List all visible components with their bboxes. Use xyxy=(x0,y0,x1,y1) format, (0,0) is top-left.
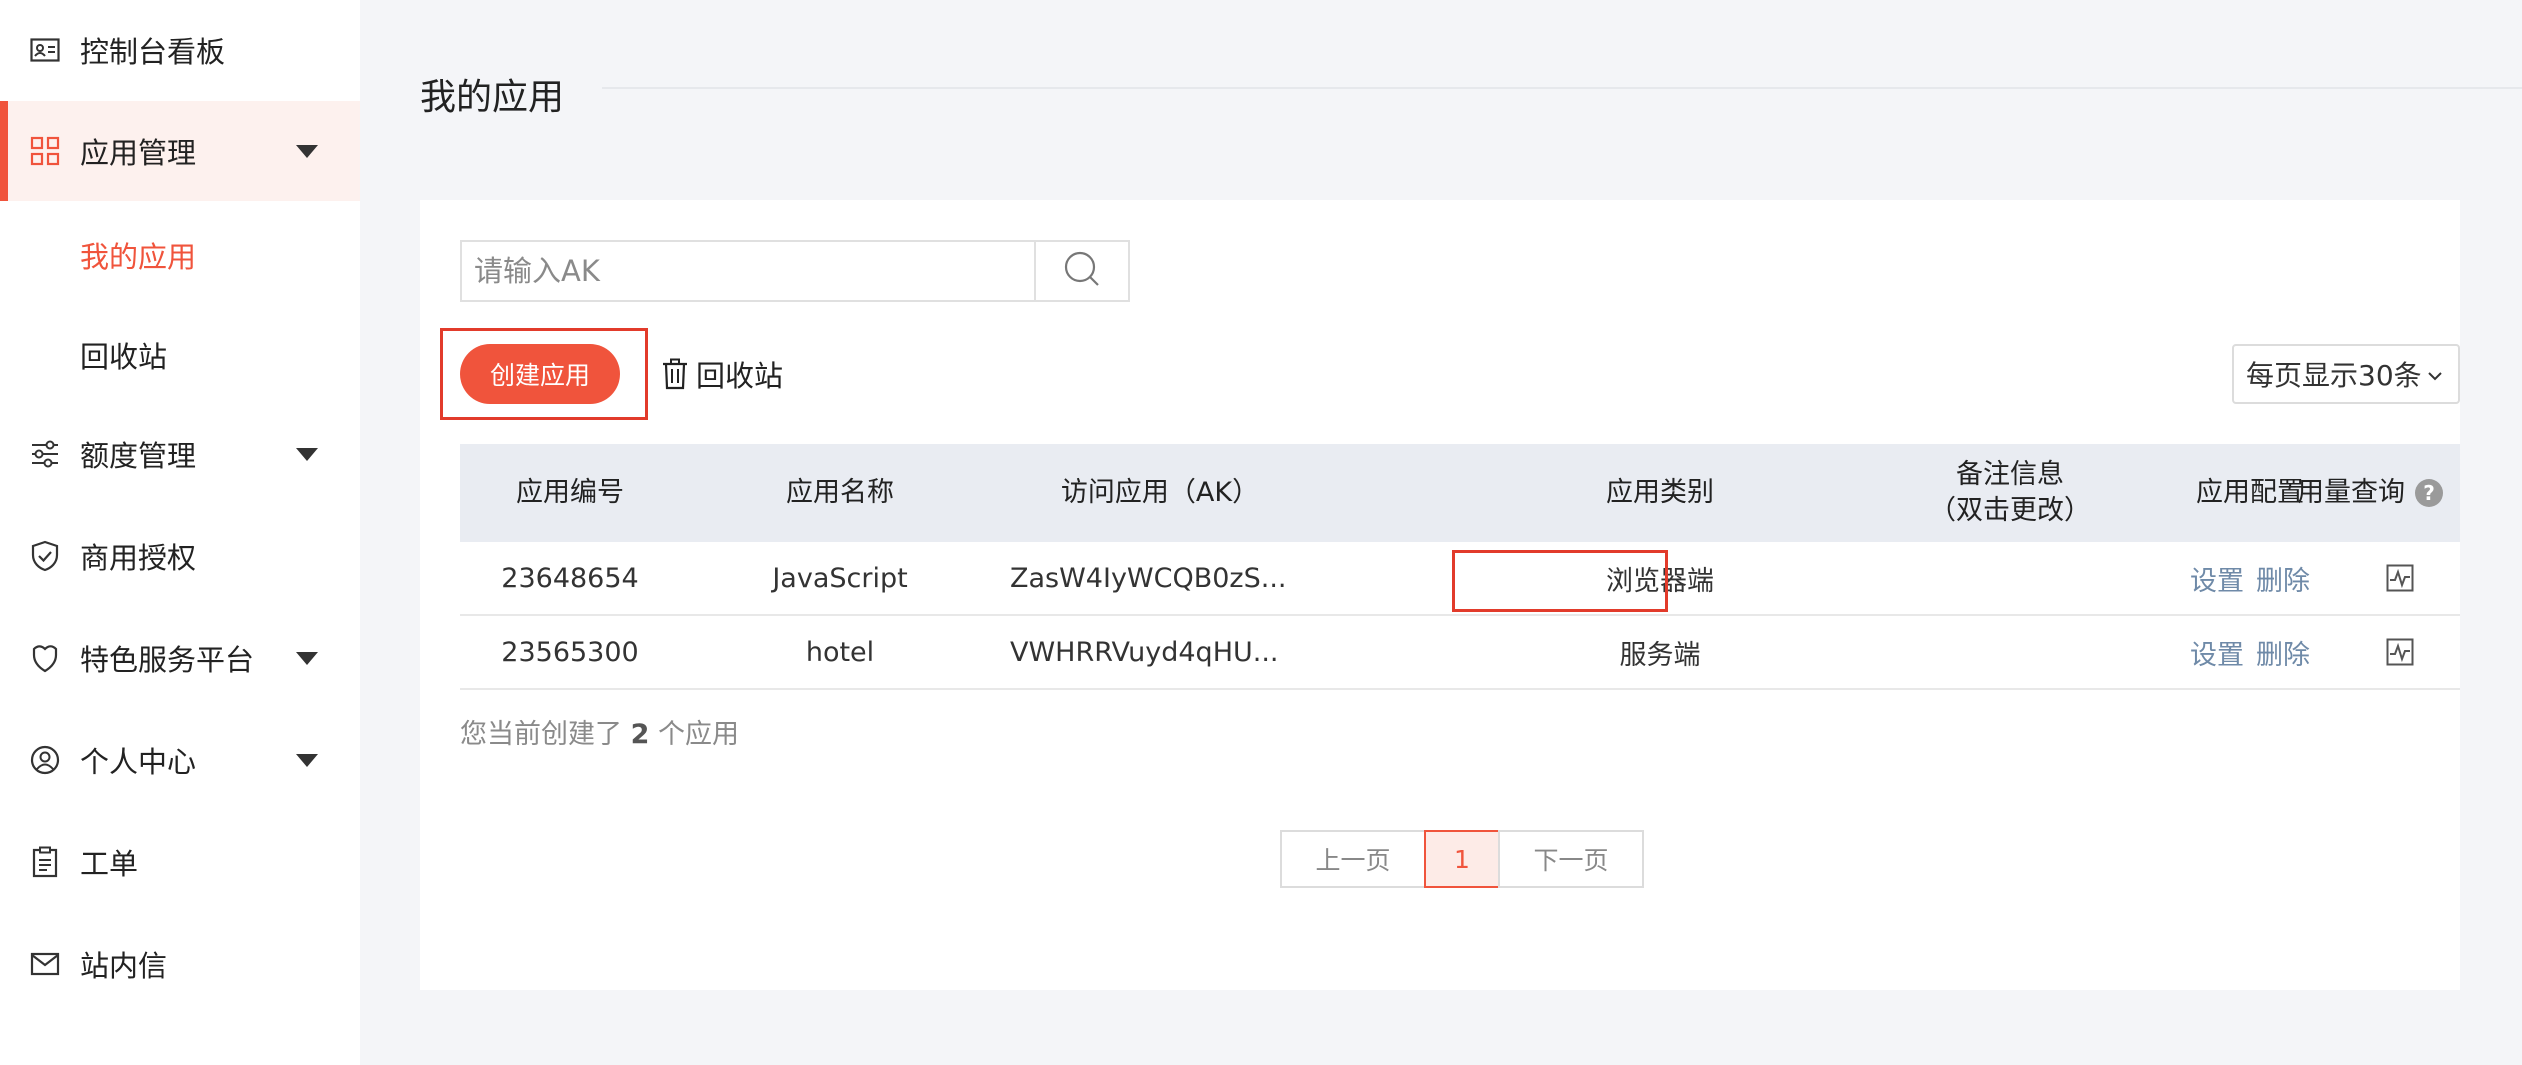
column-header-app-name: 应用名称 xyxy=(786,477,894,508)
app-id-cell: 23565300 xyxy=(501,636,639,668)
notes-cell[interactable] xyxy=(1840,542,2140,614)
prev-page-button[interactable]: 上一页 xyxy=(1280,830,1426,888)
recycle-bin-link[interactable]: 回收站 xyxy=(662,352,783,396)
app-name-cell: JavaScript xyxy=(772,562,908,594)
page-title: 我的应用 xyxy=(420,77,565,118)
sliders-icon xyxy=(28,437,62,471)
sidebar-item-featured-services[interactable]: 特色服务平台 xyxy=(0,608,360,708)
sidebar-item-label: 额度管理 xyxy=(80,439,197,473)
sidebar-item-label: 应用管理 xyxy=(80,136,197,170)
sidebar: 控制台看板 应用管理 我的应用 回收站 额度管理 商用授权 特色服务平台 个人中 xyxy=(0,0,360,1065)
pagination: 上一页 1 下一页 xyxy=(1280,830,1644,888)
caret-down-icon xyxy=(296,144,318,158)
column-header-access-key: 访问应用（AK） xyxy=(1060,477,1260,508)
user-circle-icon xyxy=(28,743,62,777)
app-id-cell: 23648654 xyxy=(501,562,639,594)
delete-link[interactable]: 删除 xyxy=(2256,559,2310,598)
access-key-cell: ZasW4IyWCQB0zS... xyxy=(1010,562,1287,594)
sidebar-item-app-management[interactable]: 应用管理 xyxy=(0,101,360,201)
chart-icon[interactable] xyxy=(2385,637,2415,667)
page-number-button[interactable]: 1 xyxy=(1424,830,1500,888)
notes-header-line1: 备注信息 xyxy=(1956,459,2064,490)
sidebar-item-personal-center[interactable]: 个人中心 xyxy=(0,710,360,810)
sidebar-item-tickets[interactable]: 工单 xyxy=(0,812,360,912)
settings-link[interactable]: 设置 xyxy=(2190,559,2244,598)
summary-prefix: 您当前创建了 xyxy=(460,719,622,750)
chevron-down-icon xyxy=(2426,362,2444,395)
summary-count: 2 xyxy=(630,719,650,750)
search-button[interactable] xyxy=(1034,242,1128,300)
title-divider xyxy=(602,87,2522,89)
caret-down-icon xyxy=(296,651,318,665)
usage-cell xyxy=(2340,616,2460,688)
summary-suffix: 个应用 xyxy=(657,719,739,750)
sidebar-subitem-recycle-bin[interactable]: 回收站 xyxy=(80,334,167,376)
grid-icon xyxy=(28,134,62,168)
app-type-cell: 服务端 xyxy=(1619,639,1701,671)
id-card-icon xyxy=(28,33,62,67)
sidebar-item-commercial-license[interactable]: 商用授权 xyxy=(0,506,360,606)
settings-link[interactable]: 设置 xyxy=(2190,633,2244,672)
page-size-value: 每页显示30条 xyxy=(2246,359,2422,392)
recycle-bin-label: 回收站 xyxy=(696,359,784,393)
column-header-app-type: 应用类别 xyxy=(1606,477,1714,508)
notes-header-line2: （双击更改） xyxy=(1929,495,2091,526)
search-input[interactable] xyxy=(462,242,1034,300)
trash-icon xyxy=(662,357,690,391)
caret-down-icon xyxy=(296,753,318,767)
app-config-cell: 设置 删除 xyxy=(2140,542,2360,614)
caret-down-icon xyxy=(296,447,318,461)
usage-header-label: 用量查询 xyxy=(2297,477,2405,508)
access-key-cell: VWHRRVuyd4qHU... xyxy=(1010,636,1279,668)
sidebar-item-quota[interactable]: 额度管理 xyxy=(0,404,360,504)
app-type-highlight xyxy=(1452,550,1668,612)
search-icon xyxy=(1062,249,1102,293)
sidebar-item-label: 工单 xyxy=(80,847,139,881)
table-header: 应用编号 应用名称 访问应用（AK） 应用类别 备注信息 （双击更改） 应用配置… xyxy=(460,444,2460,542)
search-box xyxy=(460,240,1130,302)
sidebar-item-label: 站内信 xyxy=(80,949,168,983)
column-header-notes: 备注信息 （双击更改） xyxy=(1840,444,2180,542)
help-icon[interactable]: ? xyxy=(2415,479,2443,507)
delete-link[interactable]: 删除 xyxy=(2256,633,2310,672)
sidebar-item-label: 个人中心 xyxy=(80,745,197,779)
sidebar-item-label: 控制台看板 xyxy=(80,35,226,69)
sidebar-item-dashboard[interactable]: 控制台看板 xyxy=(0,0,360,100)
sidebar-item-label: 特色服务平台 xyxy=(80,643,255,677)
next-page-button[interactable]: 下一页 xyxy=(1498,830,1644,888)
create-app-button[interactable]: 创建应用 xyxy=(460,344,620,404)
app-config-cell: 设置 删除 xyxy=(2140,616,2360,688)
sidebar-item-messages[interactable]: 站内信 xyxy=(0,914,360,1014)
app-count-summary: 您当前创建了 2 个应用 xyxy=(460,712,739,751)
clipboard-icon xyxy=(28,845,62,879)
usage-cell xyxy=(2340,542,2460,614)
column-header-app-id: 应用编号 xyxy=(516,477,624,508)
app-name-cell: hotel xyxy=(805,636,875,668)
page-size-select[interactable]: 每页显示30条 xyxy=(2232,344,2460,404)
notes-cell[interactable] xyxy=(1840,616,2140,688)
sidebar-subitem-my-apps[interactable]: 我的应用 xyxy=(80,234,196,276)
column-header-usage: 用量查询 ? xyxy=(2280,444,2460,542)
sidebar-item-label: 商用授权 xyxy=(80,541,197,575)
heart-shield-icon xyxy=(28,641,62,675)
chart-icon[interactable] xyxy=(2385,563,2415,593)
shield-icon xyxy=(28,539,62,573)
mail-icon xyxy=(28,947,62,981)
table-row: 23565300 hotel VWHRRVuyd4qHU... 服务端 设置 删… xyxy=(460,616,2460,690)
